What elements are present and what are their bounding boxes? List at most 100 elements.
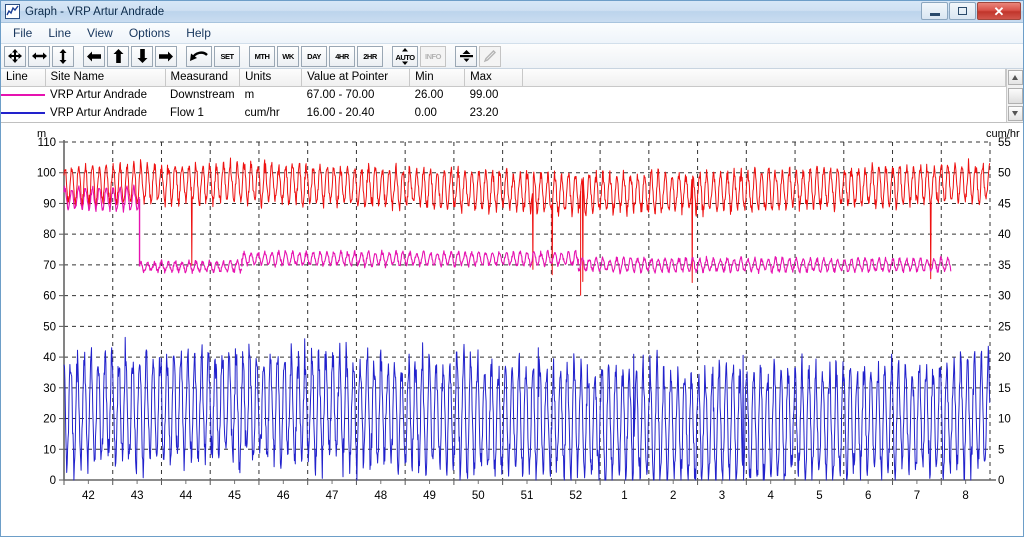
svg-text:46: 46 [277, 490, 290, 502]
legend-value-at-pointer: 16.00 - 20.40 [306, 107, 375, 119]
span-week-button[interactable]: WK [277, 45, 299, 67]
legend-swatch-flow [1, 104, 45, 122]
scrollbar-thumb[interactable] [1007, 87, 1023, 104]
chart-plot-area[interactable]: m cum/hr 0 10 20 30 40 50 60 70 80 90 100 110 0 5 10 15 20… [1, 123, 1024, 536]
svg-text:47: 47 [326, 490, 339, 502]
legend-col-measurand[interactable]: Measurand [165, 69, 241, 87]
line-swatch-icon [1, 94, 45, 97]
close-button[interactable]: ✕ [977, 2, 1021, 20]
svg-text:50: 50 [43, 321, 56, 333]
minimize-icon [929, 12, 940, 16]
cursor-pick-icon[interactable] [455, 45, 477, 67]
info-button[interactable]: INFO [420, 45, 446, 67]
caret-up-icon [1012, 75, 1018, 80]
svg-text:110: 110 [38, 137, 56, 149]
svg-text:70: 70 [43, 260, 56, 272]
legend-units: m [244, 89, 255, 102]
legend-measurand: Downstream [170, 89, 235, 102]
maximize-icon [958, 7, 967, 15]
svg-text:7: 7 [914, 490, 920, 502]
maximize-button[interactable] [949, 2, 976, 20]
svg-text:30: 30 [43, 383, 56, 395]
svg-text:5: 5 [816, 490, 822, 502]
legend-scrollbar[interactable] [1006, 69, 1023, 122]
scroll-right-icon[interactable] [155, 45, 177, 67]
resize-horizontal-icon[interactable] [28, 45, 50, 67]
span-4hr-button[interactable]: 4HR [329, 45, 355, 67]
scroll-down-icon[interactable] [131, 45, 153, 67]
svg-text:40: 40 [43, 352, 56, 364]
svg-text:10: 10 [998, 414, 1011, 426]
legend-site-name: VRP Artur Andrade [50, 89, 147, 102]
svg-text:5: 5 [998, 444, 1004, 456]
legend-spacer [523, 104, 1006, 122]
title-bar: Graph - VRP Artur Andrade ✕ [1, 1, 1023, 23]
annotate-icon[interactable] [479, 45, 501, 67]
legend-col-line[interactable]: Line [1, 69, 46, 87]
scroll-up-icon[interactable] [107, 45, 129, 67]
caret-down-icon [1012, 111, 1018, 116]
svg-text:55: 55 [998, 137, 1011, 149]
minimize-button[interactable] [921, 2, 948, 20]
span-2hr-button[interactable]: 2HR [357, 45, 383, 67]
legend-col-min[interactable]: Min [409, 69, 466, 87]
svg-text:0: 0 [998, 475, 1004, 487]
svg-text:0: 0 [50, 475, 56, 487]
svg-text:44: 44 [179, 490, 192, 502]
legend-max: 23.20 [469, 107, 499, 119]
auto-scale-button[interactable]: AUTO [392, 45, 418, 67]
legend-value-at-pointer: 67.00 - 70.00 [306, 89, 375, 102]
graph-window: Graph - VRP Artur Andrade ✕ File Line Vi… [0, 0, 1024, 537]
legend-col-max[interactable]: Max [464, 69, 524, 87]
table-row[interactable]: VRP Artur Andrade Downstream m 67.00 - 7… [1, 86, 1006, 104]
svg-text:35: 35 [998, 260, 1011, 272]
table-row[interactable]: VRP Artur Andrade Flow 1 cum/hr 16.00 - … [1, 104, 1006, 122]
menu-options[interactable]: Options [121, 24, 178, 42]
svg-text:3: 3 [719, 490, 725, 502]
close-icon: ✕ [993, 3, 1005, 19]
menu-view[interactable]: View [79, 24, 121, 42]
legend-col-value-at-pointer[interactable]: Value at Pointer [301, 69, 411, 87]
legend-min: 26.00 [414, 89, 444, 102]
svg-text:40: 40 [998, 229, 1011, 241]
scroll-up-button[interactable] [1007, 70, 1023, 85]
svg-text:30: 30 [998, 291, 1011, 303]
scroll-left-icon[interactable] [83, 45, 105, 67]
window-controls: ✕ [921, 2, 1021, 20]
svg-text:2: 2 [670, 490, 676, 502]
set-button[interactable]: SET [214, 45, 240, 67]
svg-text:8: 8 [962, 490, 968, 502]
svg-text:1: 1 [621, 490, 627, 502]
span-day-button[interactable]: DAY [301, 45, 327, 67]
scroll-down-button[interactable] [1007, 106, 1023, 121]
svg-text:20: 20 [43, 414, 56, 426]
line-swatch-icon [1, 112, 45, 114]
svg-text:45: 45 [998, 198, 1011, 210]
move-all-icon[interactable] [4, 45, 26, 67]
toolbar: SET MTH WK DAY 4HR 2HR AUTO INFO [1, 44, 1023, 69]
svg-text:100: 100 [37, 168, 56, 180]
svg-text:20: 20 [998, 352, 1011, 364]
legend-site-name: VRP Artur Andrade [50, 107, 147, 119]
span-month-button[interactable]: MTH [249, 45, 275, 67]
trend-chart[interactable]: m cum/hr010203040506070809010011005101520… [1, 123, 1024, 533]
svg-text:52: 52 [569, 490, 582, 502]
legend-col-units[interactable]: Units [239, 69, 303, 87]
legend-spacer [523, 86, 1006, 104]
svg-text:90: 90 [43, 198, 56, 210]
menu-file[interactable]: File [5, 24, 40, 42]
graph-icon [5, 4, 20, 19]
legend-col-site-name[interactable]: Site Name [45, 69, 166, 87]
series-legend-panel: Line Site Name Measurand Units Value at … [1, 69, 1023, 123]
svg-text:15: 15 [998, 383, 1011, 395]
menu-line[interactable]: Line [40, 24, 79, 42]
resize-vertical-icon[interactable] [52, 45, 74, 67]
window-title: Graph - VRP Artur Andrade [25, 5, 165, 18]
svg-text:50: 50 [472, 490, 485, 502]
svg-text:4: 4 [767, 490, 774, 502]
menu-help[interactable]: Help [178, 24, 219, 42]
svg-text:51: 51 [521, 490, 534, 502]
legend-col-spacer [522, 69, 1006, 87]
undo-icon[interactable] [186, 45, 212, 67]
svg-text:43: 43 [131, 490, 144, 502]
